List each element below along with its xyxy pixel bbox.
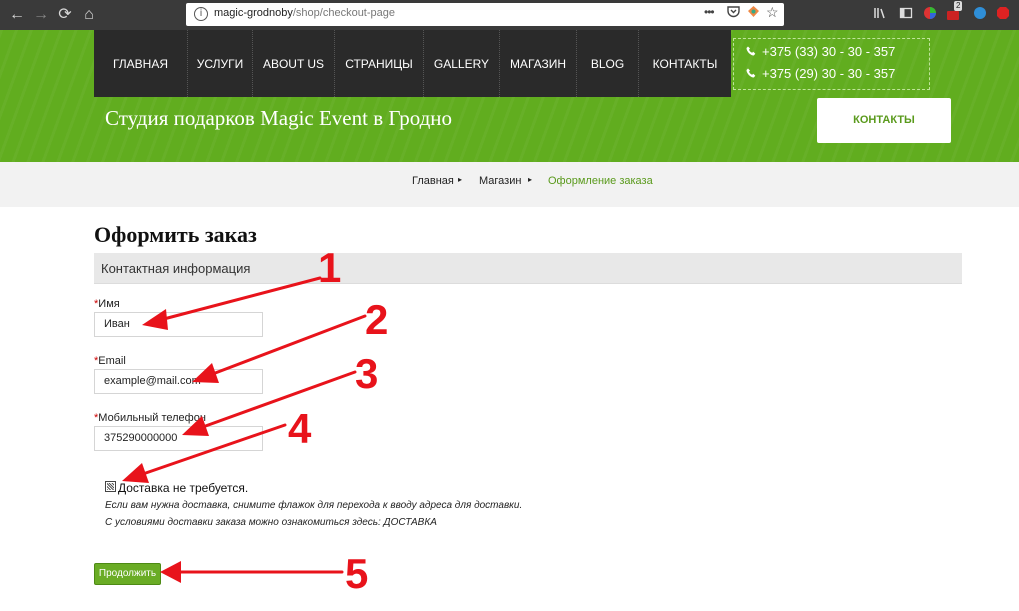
phone-input[interactable]: 375290000000 <box>94 426 263 451</box>
annotation-number-5: 5 <box>345 550 368 597</box>
phone-row: +375 (29) 30 - 30 - 357 <box>746 66 895 81</box>
menu-item-contacts[interactable]: КОНТАКТЫ <box>639 30 731 97</box>
menu-item-blog[interactable]: BLOG <box>577 30 639 97</box>
bookmark-star-icon[interactable]: ☆ <box>766 4 779 21</box>
page-actions-icon[interactable]: ••• <box>704 5 715 19</box>
phone-row: +375 (33) 30 - 30 - 357 <box>746 44 895 59</box>
annotation-number-2: 2 <box>365 296 388 343</box>
section-header: Контактная информация <box>94 253 962 284</box>
colorful-extension-icon[interactable] <box>922 6 938 22</box>
menu-item-gallery[interactable]: GALLERY <box>424 30 500 97</box>
library-icon[interactable] <box>872 6 888 22</box>
no-delivery-checkbox[interactable] <box>105 481 116 492</box>
globe-icon[interactable] <box>972 6 988 22</box>
phone-number[interactable]: +375 (33) 30 - 30 - 357 <box>762 44 895 59</box>
name-label-text: Имя <box>98 298 120 310</box>
no-delivery-label[interactable]: Доставка не требуется. <box>118 481 248 495</box>
browser-toolbar: ← → ⟳ ⌂ i magic-grodnoby/shop/checkout-p… <box>0 0 1019 30</box>
forward-icon[interactable]: → <box>30 4 52 26</box>
breadcrumb-separator-icon: ▸ <box>458 175 463 184</box>
reload-icon[interactable]: ⟳ <box>54 4 76 26</box>
name-label: *Имя <box>94 298 120 310</box>
menu-item-shop[interactable]: МАГАЗИН <box>500 30 577 97</box>
back-icon[interactable]: ← <box>6 4 28 26</box>
annotation-number-4: 4 <box>288 405 312 452</box>
email-input[interactable]: example@mail.com <box>94 369 263 394</box>
breadcrumb: Главная ▸ Магазин ▸ Оформление заказа <box>0 162 1019 207</box>
address-bar[interactable]: i magic-grodnoby/shop/checkout-page ••• … <box>186 3 784 26</box>
extension-icon[interactable] <box>747 5 760 21</box>
phone-label-text: Мобильный телефон <box>98 412 206 424</box>
info-icon[interactable]: i <box>194 7 208 21</box>
badge-count: 2 <box>954 1 963 11</box>
main-menu: ГЛАВНАЯ УСЛУГИ ABOUT US СТРАНИЦЫ GALLERY… <box>94 30 731 97</box>
menu-item-services[interactable]: УСЛУГИ <box>188 30 253 97</box>
email-label: *Email <box>94 355 126 367</box>
sidebar-icon[interactable] <box>898 6 914 22</box>
page-title: Оформить заказ <box>94 222 257 247</box>
url-host: magic-grodnoby <box>214 7 293 19</box>
url-text: magic-grodnoby/shop/checkout-page <box>214 7 395 19</box>
delivery-hint: Если вам нужна доставка, снимите флажок … <box>105 500 523 511</box>
arrow-5-head <box>160 561 181 583</box>
delivery-terms-hint: С условиями доставки заказа можно ознако… <box>105 517 437 528</box>
site-title: Студия подарков Magic Event в Гродно <box>105 106 453 130</box>
email-label-text: Email <box>98 355 126 367</box>
name-input[interactable]: Иван <box>94 312 263 337</box>
home-icon[interactable]: ⌂ <box>78 4 100 26</box>
continue-button[interactable]: Продолжить <box>94 563 161 585</box>
menu-item-about[interactable]: ABOUT US <box>253 30 335 97</box>
contacts-button[interactable]: КОНТАКТЫ <box>817 98 951 143</box>
section-title: Контактная информация <box>101 261 251 276</box>
breadcrumb-shop[interactable]: Магазин <box>479 175 521 187</box>
menu-item-pages[interactable]: СТРАНИЦЫ <box>335 30 424 97</box>
menu-item-home[interactable]: ГЛАВНАЯ <box>94 30 188 97</box>
url-path: /shop/checkout-page <box>292 7 396 19</box>
breadcrumb-current: Оформление заказа <box>548 175 653 187</box>
pocket-icon[interactable] <box>727 5 740 21</box>
annotation-numbers: 1 2 3 4 5 <box>288 244 388 597</box>
phone-icon <box>746 66 762 81</box>
annotation-number-3: 3 <box>355 350 378 397</box>
phone-label: *Мобильный телефон <box>94 412 206 424</box>
adblock-icon[interactable] <box>995 6 1011 22</box>
arrow-4-head <box>122 463 149 483</box>
phone-number[interactable]: +375 (29) 30 - 30 - 357 <box>762 66 895 81</box>
breadcrumb-home[interactable]: Главная <box>412 175 454 187</box>
phone-box: +375 (33) 30 - 30 - 357 +375 (29) 30 - 3… <box>733 38 930 90</box>
notification-extension-icon[interactable]: 2 <box>946 1 963 22</box>
breadcrumb-separator-icon: ▸ <box>528 175 533 184</box>
phone-icon <box>746 44 762 59</box>
